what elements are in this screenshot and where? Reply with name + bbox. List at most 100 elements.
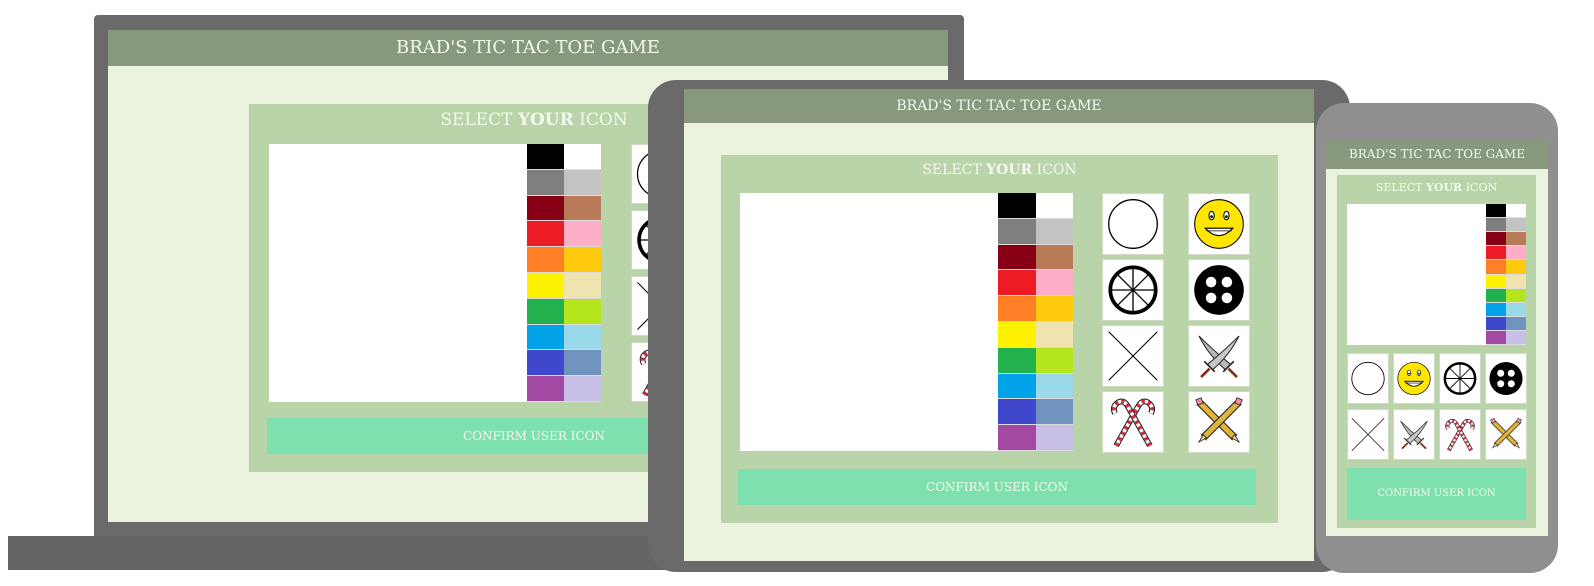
color-swatch[interactable] [1506,204,1526,219]
color-swatch[interactable] [998,425,1036,451]
color-swatch[interactable] [564,350,601,377]
icon-option[interactable] [1439,409,1481,460]
icon-preview-canvas[interactable] [269,144,527,402]
confirm-icon-button[interactable]: CONFIRM USER ICON [738,469,1256,505]
color-swatch[interactable] [527,324,564,351]
pencils-icon [1486,410,1526,459]
color-swatch[interactable] [1486,246,1506,261]
color-swatch[interactable] [1486,316,1506,331]
color-swatch[interactable] [1035,270,1073,297]
color-swatch[interactable] [1506,330,1526,345]
color-swatch[interactable] [527,195,564,222]
game-title: BRAD'S TIC TAC TOE GAME [396,37,660,58]
color-swatch[interactable] [527,298,564,325]
color-palette [527,144,601,402]
swords-icon [1399,420,1429,450]
icon-option[interactable] [1102,325,1164,387]
color-swatch[interactable] [1506,232,1526,247]
icon-choices [1102,193,1250,453]
color-swatch[interactable] [564,298,601,325]
select-icon-heading: SELECT YOUR ICON [922,162,1077,178]
x-icon [1108,331,1158,381]
icon-option[interactable] [1485,409,1527,460]
game-title-header: BRAD'S TIC TAC TOE GAME [108,30,948,66]
color-swatch[interactable] [527,169,564,196]
color-swatch[interactable] [998,399,1036,426]
icon-option[interactable] [1347,409,1389,460]
icon-option[interactable] [1188,325,1250,387]
icon-preview-canvas[interactable] [740,193,998,451]
color-swatch[interactable] [564,221,601,248]
color-swatch[interactable] [1486,330,1506,345]
icon-option[interactable] [1347,353,1389,404]
color-swatch[interactable] [998,296,1036,322]
color-swatch[interactable] [998,347,1036,374]
tablet-screen: BRAD'S TIC TAC TOE GAME SELECT YOUR ICON… [684,89,1314,561]
color-swatch[interactable] [527,272,564,299]
icon-option[interactable] [1188,259,1250,321]
color-swatch[interactable] [1486,302,1506,317]
color-swatch[interactable] [564,324,601,351]
icon-option[interactable] [1102,391,1164,453]
color-swatch[interactable] [1035,399,1073,426]
color-swatch[interactable] [1506,260,1526,275]
color-swatch[interactable] [1506,246,1526,261]
icon-choices [1347,353,1527,460]
icon-option[interactable] [1393,409,1435,460]
color-swatch[interactable] [527,376,564,402]
color-swatch[interactable] [1035,193,1073,219]
color-swatch[interactable] [1506,302,1526,317]
color-swatch[interactable] [1035,321,1073,348]
phone-screen: BRAD'S TIC TAC TOE GAME SELECT YOUR ICON… [1326,140,1548,536]
color-swatch[interactable] [527,247,564,273]
color-swatch[interactable] [1035,425,1073,451]
icon-option[interactable] [1102,259,1164,321]
circle-icon [1351,361,1385,396]
button-icon [1489,361,1523,396]
x-icon [1351,417,1385,452]
color-swatch[interactable] [1035,244,1073,271]
icon-option[interactable] [1188,193,1250,255]
color-swatch[interactable] [1486,218,1506,233]
icon-option[interactable] [1102,193,1164,255]
color-swatch[interactable] [527,221,564,248]
color-swatch[interactable] [1506,274,1526,289]
color-swatch[interactable] [998,193,1036,219]
color-swatch[interactable] [564,195,601,222]
color-swatch[interactable] [1035,373,1073,400]
smiley-icon [1397,361,1431,396]
game-title: BRAD'S TIC TAC TOE GAME [1349,147,1525,161]
icon-option[interactable] [1485,353,1527,404]
color-swatch[interactable] [1035,347,1073,374]
color-swatch[interactable] [527,350,564,377]
color-swatch[interactable] [1035,218,1073,245]
color-swatch[interactable] [564,272,601,299]
icon-option[interactable] [1439,353,1481,404]
color-swatch[interactable] [1486,288,1506,303]
color-swatch[interactable] [1486,274,1506,289]
color-swatch[interactable] [1506,288,1526,303]
color-swatch[interactable] [1506,218,1526,233]
color-swatch[interactable] [998,218,1036,245]
icon-option[interactable] [1188,391,1250,453]
color-swatch[interactable] [1035,296,1073,322]
color-swatch[interactable] [1506,316,1526,331]
color-swatch[interactable] [564,376,601,402]
icon-select-panel: SELECT YOUR ICON CONFIRM USER ICON [1337,175,1536,528]
color-swatch[interactable] [564,169,601,196]
color-swatch[interactable] [998,321,1036,348]
wheel-icon [1443,362,1477,395]
color-swatch[interactable] [564,144,601,170]
color-swatch[interactable] [998,244,1036,271]
color-swatch[interactable] [1486,232,1506,247]
color-swatch[interactable] [527,144,564,170]
icon-preview-canvas[interactable] [1347,204,1486,345]
color-swatch[interactable] [998,270,1036,297]
icon-option[interactable] [1393,353,1435,404]
game-title: BRAD'S TIC TAC TOE GAME [896,98,1102,114]
color-swatch[interactable] [1486,260,1506,275]
color-swatch[interactable] [1486,204,1506,219]
confirm-icon-button[interactable]: CONFIRM USER ICON [1347,468,1526,520]
color-swatch[interactable] [564,247,601,273]
color-swatch[interactable] [998,373,1036,400]
